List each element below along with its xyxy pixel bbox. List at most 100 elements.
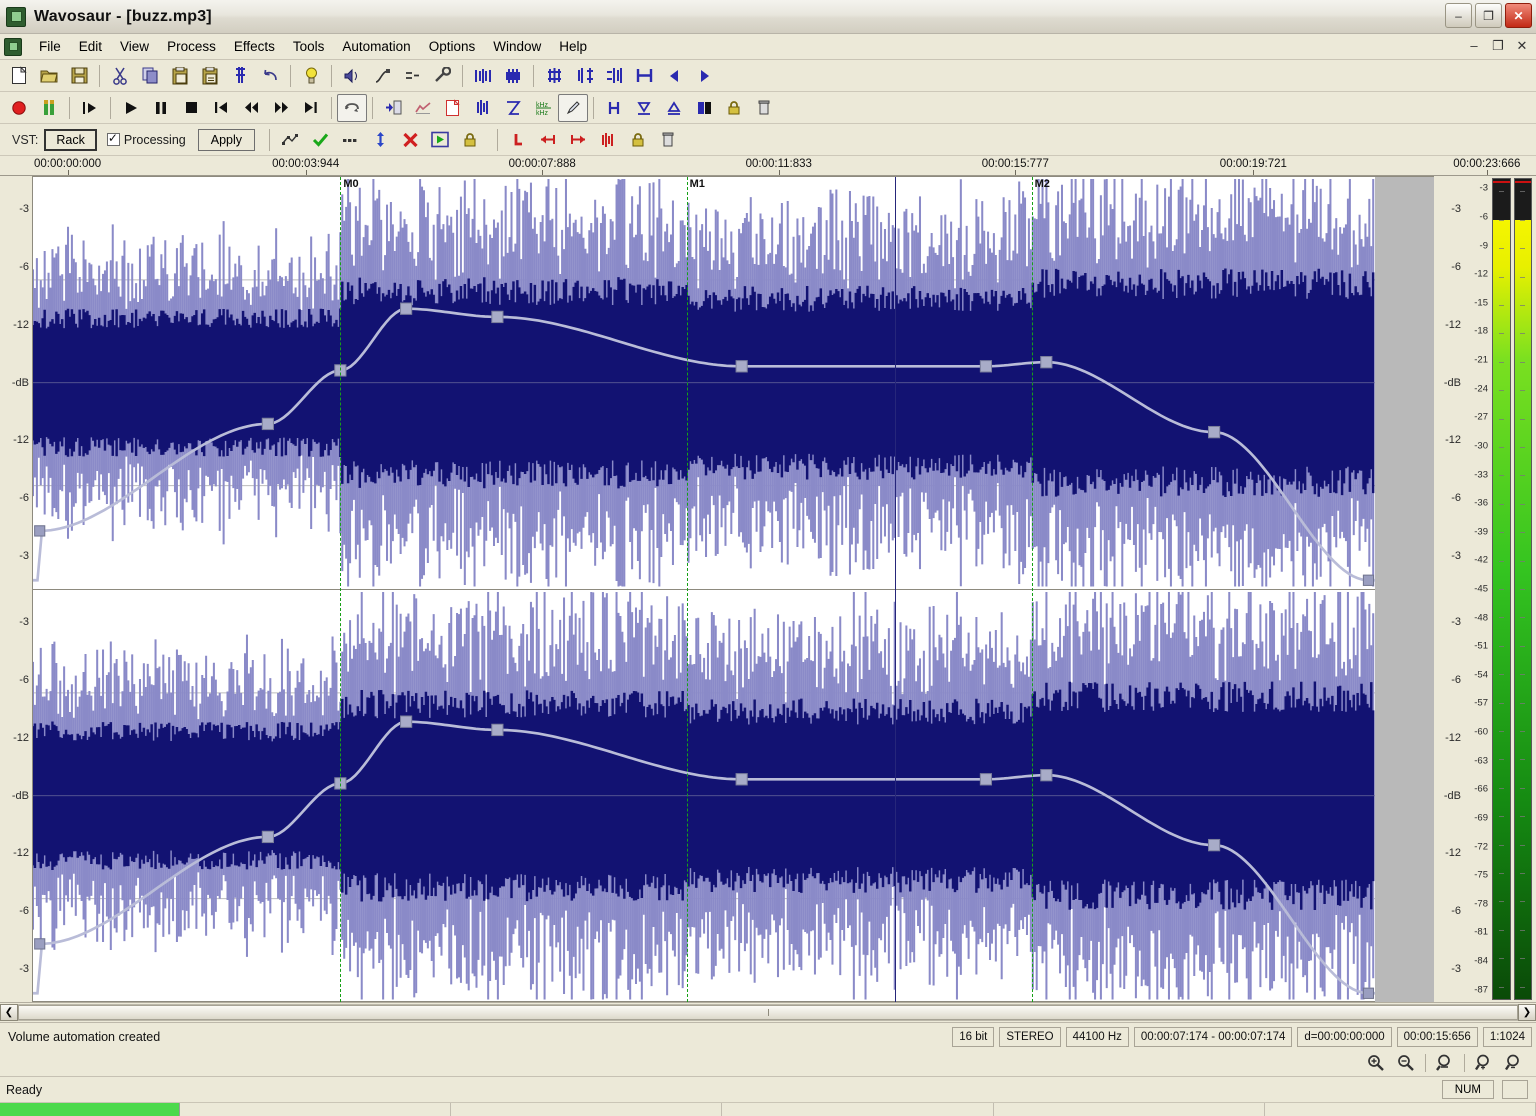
horizontal-scrollbar[interactable]: ❮ ❯ <box>0 1002 1536 1022</box>
marker-trash-icon[interactable] <box>653 126 683 154</box>
zoom-out-button[interactable] <box>1392 1052 1420 1074</box>
marker-region-icon[interactable] <box>593 126 623 154</box>
paste-icon[interactable] <box>165 62 195 90</box>
pause-button[interactable] <box>146 94 176 122</box>
taskbar-item[interactable] <box>451 1103 723 1116</box>
close-button[interactable]: ✕ <box>1505 3 1532 28</box>
zoom-in-horizontal-icon[interactable] <box>539 62 569 90</box>
menu-edit[interactable]: Edit <box>70 36 111 57</box>
forward-button[interactable] <box>266 94 296 122</box>
spectrum-view-icon[interactable] <box>498 94 528 122</box>
processing-checkbox-wrap[interactable]: Processing <box>106 131 186 147</box>
mdi-close-button[interactable]: ✕ <box>1514 38 1530 54</box>
stop-button[interactable] <box>176 94 206 122</box>
envelope-node <box>400 302 413 315</box>
analysis-icon[interactable] <box>408 94 438 122</box>
right-channel[interactable] <box>33 589 1434 1002</box>
normalize-curve-icon[interactable] <box>367 62 397 90</box>
left-channel[interactable] <box>33 177 1434 590</box>
menu-window[interactable]: Window <box>484 36 550 57</box>
menu-file[interactable]: File <box>30 36 70 57</box>
marker-right-icon[interactable] <box>659 94 689 122</box>
marker-lock-icon[interactable] <box>623 126 653 154</box>
delete-trash-icon[interactable] <box>749 94 779 122</box>
taskbar-start[interactable] <box>0 1103 180 1116</box>
lock-icon[interactable] <box>719 94 749 122</box>
time-ruler[interactable]: 00:00:00:000 00:00:03:944 00:00:07:888 00:0… <box>0 156 1536 176</box>
batch-processor-icon[interactable] <box>378 94 408 122</box>
mdi-minimize-button[interactable]: – <box>1466 38 1482 54</box>
fade-icon[interactable] <box>397 62 427 90</box>
pencil-tool-icon[interactable] <box>558 93 588 122</box>
zoom-out-horizontal-icon[interactable] <box>569 62 599 90</box>
paste-special-icon[interactable] <box>195 62 225 90</box>
waveform-area[interactable]: M0 M1 M2 <box>32 176 1434 1002</box>
channel-split-icon[interactable] <box>689 94 719 122</box>
bulb-hint-icon[interactable] <box>296 62 326 90</box>
go-start-button[interactable] <box>206 94 236 122</box>
minimize-button[interactable]: – <box>1445 3 1472 28</box>
automation-lock-icon[interactable] <box>455 126 485 154</box>
marker-prev-icon[interactable] <box>533 126 563 154</box>
undo-icon[interactable] <box>255 62 285 90</box>
automation-move-updown-icon[interactable] <box>365 126 395 154</box>
zoom-vertical-out-button[interactable] <box>1500 1052 1528 1074</box>
menu-automation[interactable]: Automation <box>333 36 419 57</box>
taskbar-item[interactable] <box>180 1103 452 1116</box>
zoom-in-button[interactable] <box>1362 1052 1390 1074</box>
copy-icon[interactable] <box>135 62 165 90</box>
processing-checkbox[interactable] <box>106 131 120 146</box>
automation-play-icon[interactable] <box>425 126 455 154</box>
scroll-track[interactable] <box>18 1004 1518 1021</box>
automation-edit-icon[interactable] <box>275 126 305 154</box>
play-button[interactable] <box>116 94 146 122</box>
save-file-icon[interactable] <box>64 62 94 90</box>
new-document-icon[interactable] <box>438 94 468 122</box>
taskbar-item[interactable] <box>722 1103 994 1116</box>
zoom-selection-icon[interactable] <box>468 62 498 90</box>
nav-prev-icon[interactable] <box>659 62 689 90</box>
zoom-vertical-in-button[interactable] <box>1470 1052 1498 1074</box>
mix-paste-icon[interactable] <box>225 62 255 90</box>
restore-button[interactable]: ❐ <box>1475 3 1502 28</box>
cut-icon[interactable] <box>105 62 135 90</box>
scroll-left-arrow[interactable]: ❮ <box>0 1004 18 1021</box>
record-button[interactable] <box>4 94 34 122</box>
taskbar-item[interactable] <box>1265 1103 1536 1116</box>
automation-apply-check-icon[interactable] <box>305 126 335 154</box>
go-end-button[interactable] <box>296 94 326 122</box>
zoom-fit-selection-icon[interactable] <box>599 62 629 90</box>
zoom-fit-window-icon[interactable] <box>629 62 659 90</box>
marker-left-icon[interactable] <box>629 94 659 122</box>
waveform-view-icon[interactable] <box>468 94 498 122</box>
nav-next-icon[interactable] <box>689 62 719 90</box>
wrench-tool-icon[interactable] <box>427 62 457 90</box>
vst-rack-button[interactable]: Rack <box>44 128 97 151</box>
taskbar-item[interactable] <box>994 1103 1265 1116</box>
marker-set-icon[interactable] <box>599 94 629 122</box>
automation-line-dots-icon[interactable] <box>335 126 365 154</box>
play-selection-button[interactable] <box>75 94 105 122</box>
menu-effects[interactable]: Effects <box>225 36 284 57</box>
record-meters-button[interactable] <box>34 94 64 122</box>
loop-button[interactable] <box>337 93 367 122</box>
open-file-icon[interactable] <box>34 62 64 90</box>
new-file-icon[interactable] <box>4 62 34 90</box>
scroll-thumb[interactable] <box>18 1005 1518 1020</box>
zoom-full-icon[interactable] <box>498 62 528 90</box>
volume-speaker-icon[interactable] <box>337 62 367 90</box>
scroll-right-arrow[interactable]: ❯ <box>1518 1004 1536 1021</box>
marker-next-icon[interactable] <box>563 126 593 154</box>
rewind-button[interactable] <box>236 94 266 122</box>
menu-process[interactable]: Process <box>158 36 225 57</box>
menu-help[interactable]: Help <box>550 36 596 57</box>
menu-view[interactable]: View <box>111 36 158 57</box>
automation-delete-x-icon[interactable] <box>395 126 425 154</box>
menu-options[interactable]: Options <box>420 36 485 57</box>
zoom-selection-button[interactable] <box>1431 1052 1459 1074</box>
text-view-icon[interactable]: kHz kHz <box>528 94 558 122</box>
marker-add-icon[interactable] <box>503 126 533 154</box>
menu-tools[interactable]: Tools <box>284 36 334 57</box>
apply-button[interactable]: Apply <box>197 128 256 151</box>
mdi-restore-button[interactable]: ❐ <box>1490 38 1506 54</box>
